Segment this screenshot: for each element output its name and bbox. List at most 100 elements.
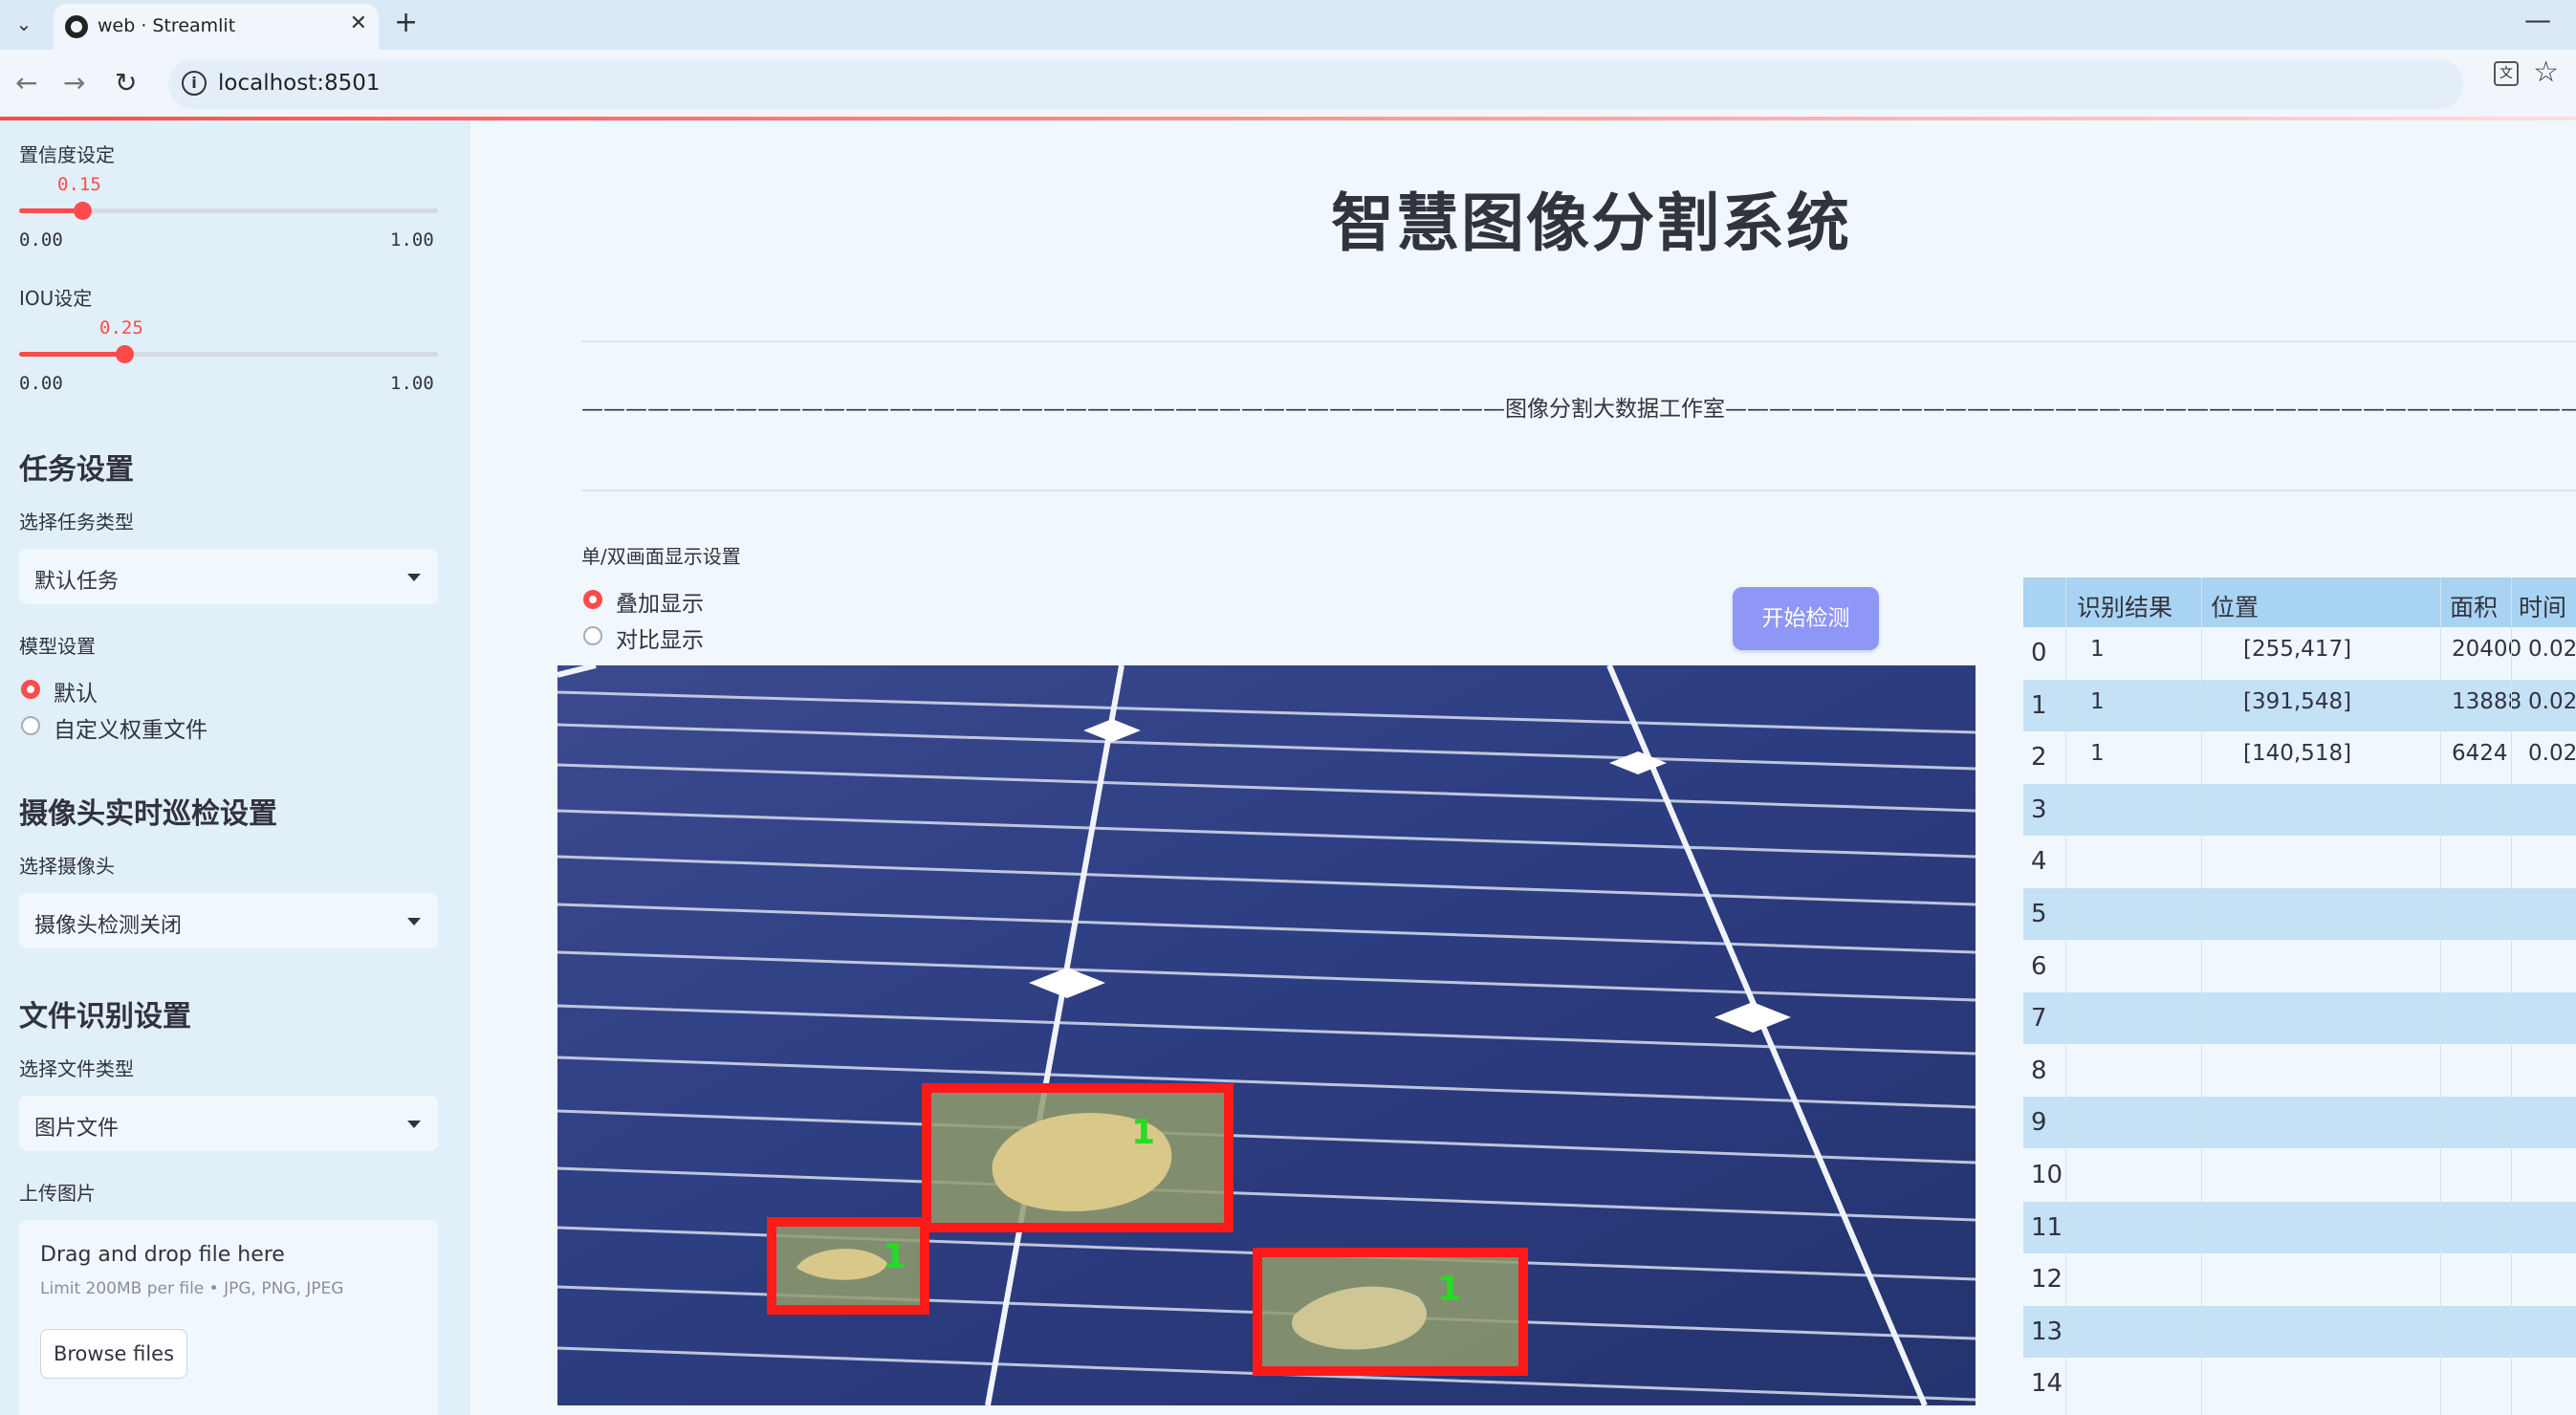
cell-area: 6424 — [2452, 741, 2508, 767]
row-index: 9 — [2031, 1108, 2047, 1138]
upload-label: 上传图片 — [19, 1182, 96, 1205]
browse-files-button[interactable]: Browse files — [40, 1329, 187, 1379]
camera-select[interactable]: 摄像头检测关闭 — [19, 893, 438, 948]
table-row[interactable]: 12 — [2023, 1253, 2576, 1305]
detection-label: 1 — [1131, 1113, 1155, 1152]
table-row[interactable]: 8 — [2023, 1045, 2576, 1097]
results-table[interactable]: 识别结果 位置 面积 时间 0 1 [255,417] 20400 0.02 1 1 [391… — [2023, 577, 2576, 1415]
row-index: 4 — [2031, 847, 2047, 877]
cell-position: [391,548] — [2243, 688, 2352, 714]
window-minimize-icon[interactable]: — — [2524, 4, 2551, 35]
file-dropzone[interactable]: Drag and drop file here Limit 200MB per … — [19, 1220, 438, 1415]
table-row[interactable]: 5 — [2023, 888, 2576, 940]
detection-label: 1 — [1437, 1270, 1461, 1309]
confidence-min: 0.00 — [19, 229, 63, 250]
task-heading: 任务设置 — [19, 453, 134, 487]
cell-time: 0.02 — [2528, 741, 2576, 767]
cell-result: 1 — [2090, 741, 2105, 767]
iou-max: 1.00 — [390, 373, 434, 394]
model-option-default: 默认 — [54, 682, 98, 707]
table-row[interactable]: 7 — [2023, 992, 2576, 1045]
iou-slider[interactable] — [19, 345, 438, 363]
row-index: 8 — [2031, 1056, 2047, 1085]
solar-panel-image: 1 1 1 — [557, 665, 1976, 1405]
column-header-position[interactable]: 位置 — [2211, 589, 2259, 623]
tab-close-icon[interactable]: ✕ — [350, 11, 367, 35]
row-index: 5 — [2031, 900, 2047, 928]
translate-icon[interactable]: 文 — [2494, 61, 2519, 86]
row-index: 13 — [2031, 1317, 2063, 1346]
row-index: 14 — [2031, 1369, 2063, 1399]
column-header-time[interactable]: 时间 — [2519, 589, 2566, 623]
browser-tab[interactable]: web · Streamlit ✕ — [54, 4, 379, 50]
page-title: 智慧图像分割系统 — [1331, 186, 1851, 260]
row-index: 2 — [2031, 743, 2047, 773]
column-header-result[interactable]: 识别结果 — [2077, 589, 2172, 623]
radio-unselected-icon — [21, 716, 40, 735]
column-divider — [2065, 577, 2066, 1415]
row-index: 10 — [2031, 1161, 2063, 1189]
url-text[interactable]: localhost:8501 — [218, 71, 381, 96]
start-detection-button[interactable]: 开始检测 — [1733, 587, 1879, 650]
table-row[interactable]: 2 1 [140,518] 6424 0.02 — [2023, 731, 2576, 783]
table-row[interactable]: 11 — [2023, 1201, 2576, 1253]
back-arrow-icon[interactable]: ← — [15, 67, 37, 98]
divider — [581, 340, 2576, 342]
camera-heading: 摄像头实时巡检设置 — [19, 797, 277, 831]
forward-arrow-icon[interactable]: → — [63, 67, 85, 98]
radio-unselected-icon — [583, 626, 602, 645]
confidence-slider[interactable] — [19, 202, 438, 220]
table-row[interactable]: 14 — [2023, 1358, 2576, 1409]
table-row[interactable]: 10 — [2023, 1149, 2576, 1201]
column-divider — [2201, 577, 2202, 1415]
row-index: 3 — [2031, 795, 2047, 824]
table-row[interactable]: 6 — [2023, 941, 2576, 992]
url-field[interactable]: i localhost:8501 — [168, 59, 2463, 109]
row-index: 1 — [2031, 690, 2047, 720]
task-type-value: 默认任务 — [34, 570, 120, 594]
cell-position: [140,518] — [2243, 741, 2352, 767]
table-row[interactable]: 3 — [2023, 783, 2576, 836]
iou-min: 0.00 — [19, 373, 63, 394]
iou-slider-thumb[interactable] — [115, 345, 134, 363]
table-row[interactable]: 4 — [2023, 836, 2576, 887]
drop-title: Drag and drop file here — [40, 1243, 285, 1267]
detection-label: 1 — [883, 1237, 906, 1276]
row-index: 12 — [2031, 1265, 2063, 1295]
task-type-select[interactable]: 默认任务 — [19, 549, 438, 604]
iou-slider-fill — [19, 352, 124, 357]
file-heading: 文件识别设置 — [19, 1000, 191, 1034]
cell-time: 0.02 — [2528, 637, 2576, 662]
cell-result: 1 — [2090, 688, 2105, 714]
column-header-area[interactable]: 面积 — [2450, 589, 2498, 623]
radio-selected-icon — [583, 590, 602, 609]
display-option-compare: 对比显示 — [616, 628, 704, 653]
file-type-select[interactable]: 图片文件 — [19, 1096, 438, 1151]
table-row[interactable]: 13 — [2023, 1305, 2576, 1358]
tab-title: web · Streamlit — [98, 15, 236, 36]
sidebar: 置信度设定 0.15 0.00 1.00 IOU设定 0.25 0.00 1.0… — [0, 120, 470, 1415]
tab-list-chevron-icon[interactable]: ⌄ — [8, 8, 40, 40]
file-type-label: 选择文件类型 — [19, 1057, 134, 1080]
table-row[interactable]: 9 — [2023, 1097, 2576, 1149]
column-divider — [2440, 577, 2441, 1415]
cell-time: 0.02 — [2528, 688, 2576, 714]
iou-label: IOU设定 — [19, 287, 93, 310]
browser-tabbar: ⌄ web · Streamlit ✕ + — — [0, 0, 2576, 50]
new-tab-icon[interactable]: + — [394, 6, 418, 39]
bookmark-star-icon[interactable]: ☆ — [2533, 55, 2559, 89]
table-row[interactable]: 0 1 [255,417] 20400 0.02 — [2023, 627, 2576, 679]
cell-position: [255,417] — [2243, 637, 2352, 662]
confidence-slider-thumb[interactable] — [73, 202, 92, 220]
row-index: 0 — [2031, 639, 2047, 667]
reload-icon[interactable]: ↻ — [115, 67, 137, 98]
streamlit-favicon-icon — [65, 15, 88, 38]
site-info-icon[interactable]: i — [182, 71, 207, 96]
radio-selected-icon — [21, 680, 40, 699]
task-type-label: 选择任务类型 — [19, 511, 134, 533]
table-row[interactable]: 1 1 [391,548] 13888 0.02 — [2023, 679, 2576, 731]
cell-result: 1 — [2090, 637, 2105, 662]
confidence-max: 1.00 — [390, 229, 434, 250]
row-index: 6 — [2031, 951, 2047, 981]
camera-value: 摄像头检测关闭 — [34, 914, 183, 938]
